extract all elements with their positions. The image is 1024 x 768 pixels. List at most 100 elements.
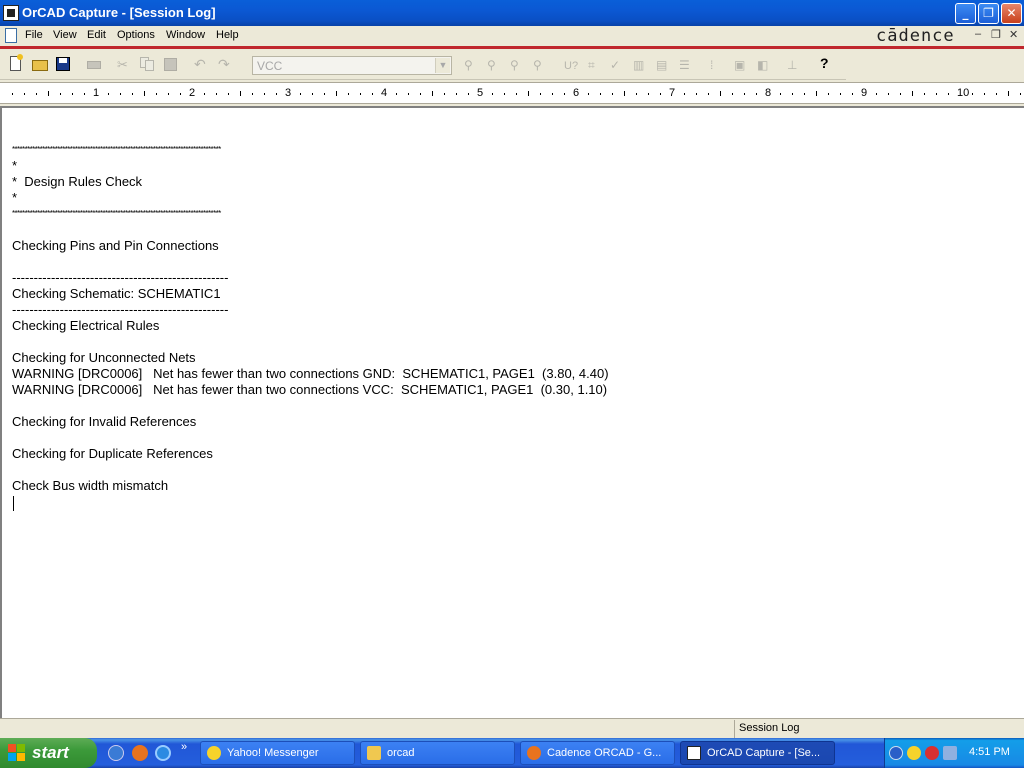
- session-log-document[interactable]: ****************************************…: [0, 106, 1024, 718]
- minimize-button[interactable]: _: [955, 3, 976, 24]
- log-line: Checking for Invalid References: [12, 414, 197, 429]
- task-firefox[interactable]: Cadence ORCAD - G...: [520, 741, 675, 765]
- log-line: WARNING [DRC0006] Net has fewer than two…: [12, 382, 608, 397]
- tray-expand-icon[interactable]: [889, 746, 903, 760]
- ruler-half-tick: [720, 91, 721, 96]
- ruler-tick: [504, 93, 505, 95]
- copy-icon[interactable]: [139, 56, 155, 72]
- search-part-icon[interactable]: ⚲: [464, 56, 480, 72]
- cross-reference-icon[interactable]: ✓: [610, 56, 626, 72]
- save-icon[interactable]: [55, 56, 71, 72]
- ie-quicklaunch-icon[interactable]: [155, 745, 171, 761]
- log-line: Checking Schematic: SCHEMATIC1: [12, 286, 221, 301]
- task-orcad-folder[interactable]: orcad: [360, 741, 515, 765]
- window-title: OrCAD Capture - [Session Log]: [22, 5, 216, 20]
- menu-edit[interactable]: Edit: [87, 29, 106, 41]
- ruler-tick: [468, 93, 469, 95]
- new-file-icon[interactable]: [8, 54, 24, 72]
- menu-options[interactable]: Options: [117, 29, 155, 41]
- hierarchy-icon[interactable]: ⊥: [787, 56, 803, 72]
- paste-icon[interactable]: [163, 56, 179, 72]
- part-combo-value: VCC: [257, 59, 283, 73]
- chevron-down-icon[interactable]: ▼: [435, 58, 450, 73]
- ruler-half-tick: [1008, 91, 1009, 96]
- annotate-icon[interactable]: U?: [564, 56, 580, 72]
- search-all-icon[interactable]: ⚲: [533, 56, 549, 72]
- ruler-tick: [876, 93, 877, 95]
- ruler-tick: [516, 93, 517, 95]
- ruler-tick: [996, 93, 997, 95]
- ruler-tick: [168, 93, 169, 95]
- menu-help[interactable]: Help: [216, 29, 239, 41]
- ruler-tick: [708, 93, 709, 95]
- log-line: ****************************************…: [12, 209, 221, 218]
- ruler-tick: [372, 93, 373, 95]
- log-line: *: [12, 190, 18, 205]
- open-folder-icon[interactable]: [32, 56, 48, 72]
- ruler-tick: [732, 93, 733, 95]
- project-icon[interactable]: ▣: [734, 56, 750, 72]
- menu-view[interactable]: View: [53, 29, 77, 41]
- log-line: ****************************************…: [12, 145, 221, 154]
- ruler-tick: [156, 93, 157, 95]
- ruler-tick: [936, 93, 937, 95]
- start-button[interactable]: start: [0, 738, 97, 768]
- ruler-half-tick: [432, 91, 433, 96]
- ruler-number: 8: [765, 87, 772, 99]
- help-icon[interactable]: ?: [820, 55, 829, 71]
- document-icon[interactable]: [5, 28, 17, 43]
- yahoo-messenger-icon: [207, 746, 221, 760]
- tray-network-icon[interactable]: [943, 746, 957, 760]
- quicklaunch-chevron-icon[interactable]: »: [181, 741, 187, 753]
- ruler-number: 10: [957, 87, 970, 99]
- part-combo[interactable]: VCC ▼: [252, 56, 452, 75]
- redo-icon[interactable]: ↷: [218, 56, 234, 72]
- ruler-tick: [804, 93, 805, 95]
- ruler-tick: [264, 93, 265, 95]
- netlist-icon[interactable]: ▥: [633, 56, 649, 72]
- ruler-tick: [60, 93, 61, 95]
- close-button[interactable]: ✕: [1001, 3, 1022, 24]
- cadence-logo: cādence: [876, 26, 955, 46]
- ruler-tick: [276, 93, 277, 95]
- log-line: * Design Rules Check: [12, 174, 143, 189]
- ruler-tick: [492, 93, 493, 95]
- cut-icon[interactable]: ✂: [117, 56, 133, 72]
- ruler-tick: [444, 93, 445, 95]
- menu-file[interactable]: File: [25, 29, 43, 41]
- ruler-tick: [1020, 93, 1021, 95]
- ruler-half-tick: [624, 91, 625, 96]
- bom-icon[interactable]: ▤: [656, 56, 672, 72]
- orcad-app-icon[interactable]: [3, 5, 19, 21]
- search-prev-icon[interactable]: ⚲: [510, 56, 526, 72]
- task-yahoo-messenger[interactable]: Yahoo! Messenger: [200, 741, 355, 765]
- ruler-half-tick: [48, 91, 49, 96]
- tray-security-icon[interactable]: [925, 746, 939, 760]
- drc-icon[interactable]: ⌗: [588, 56, 604, 72]
- menu-window[interactable]: Window: [166, 29, 205, 41]
- print-icon[interactable]: [86, 56, 102, 72]
- doc-restore-button[interactable]: ❐: [991, 28, 1001, 41]
- ruler-tick: [888, 93, 889, 95]
- search-next-icon[interactable]: ⚲: [487, 56, 503, 72]
- report-icon[interactable]: ☰: [679, 56, 695, 72]
- tray-yahoo-icon[interactable]: [907, 746, 921, 760]
- ruler-tick: [456, 93, 457, 95]
- ruler-tick: [540, 93, 541, 95]
- restore-button[interactable]: ❐: [978, 3, 999, 24]
- doc-minimize-button[interactable]: –: [975, 28, 981, 40]
- ruler-tick: [564, 93, 565, 95]
- ruler-number: 7: [669, 87, 676, 99]
- ruler-tick: [852, 93, 853, 95]
- show-desktop-icon[interactable]: [108, 745, 124, 761]
- menu-bar: File View Edit Options Window Help cāden…: [0, 26, 1024, 46]
- doc-close-button[interactable]: ✕: [1009, 28, 1018, 41]
- snap-grid-icon[interactable]: ⁞: [710, 56, 726, 72]
- layout-icon[interactable]: ◧: [757, 56, 773, 72]
- undo-icon[interactable]: ↶: [194, 56, 210, 72]
- ruler-tick: [648, 93, 649, 95]
- taskbar: start » Yahoo! Messenger orcad Cadence O…: [0, 738, 1024, 768]
- ruler-tick: [696, 93, 697, 95]
- firefox-quicklaunch-icon[interactable]: [132, 745, 148, 761]
- task-orcad-capture[interactable]: OrCAD Capture - [Se...: [680, 741, 835, 765]
